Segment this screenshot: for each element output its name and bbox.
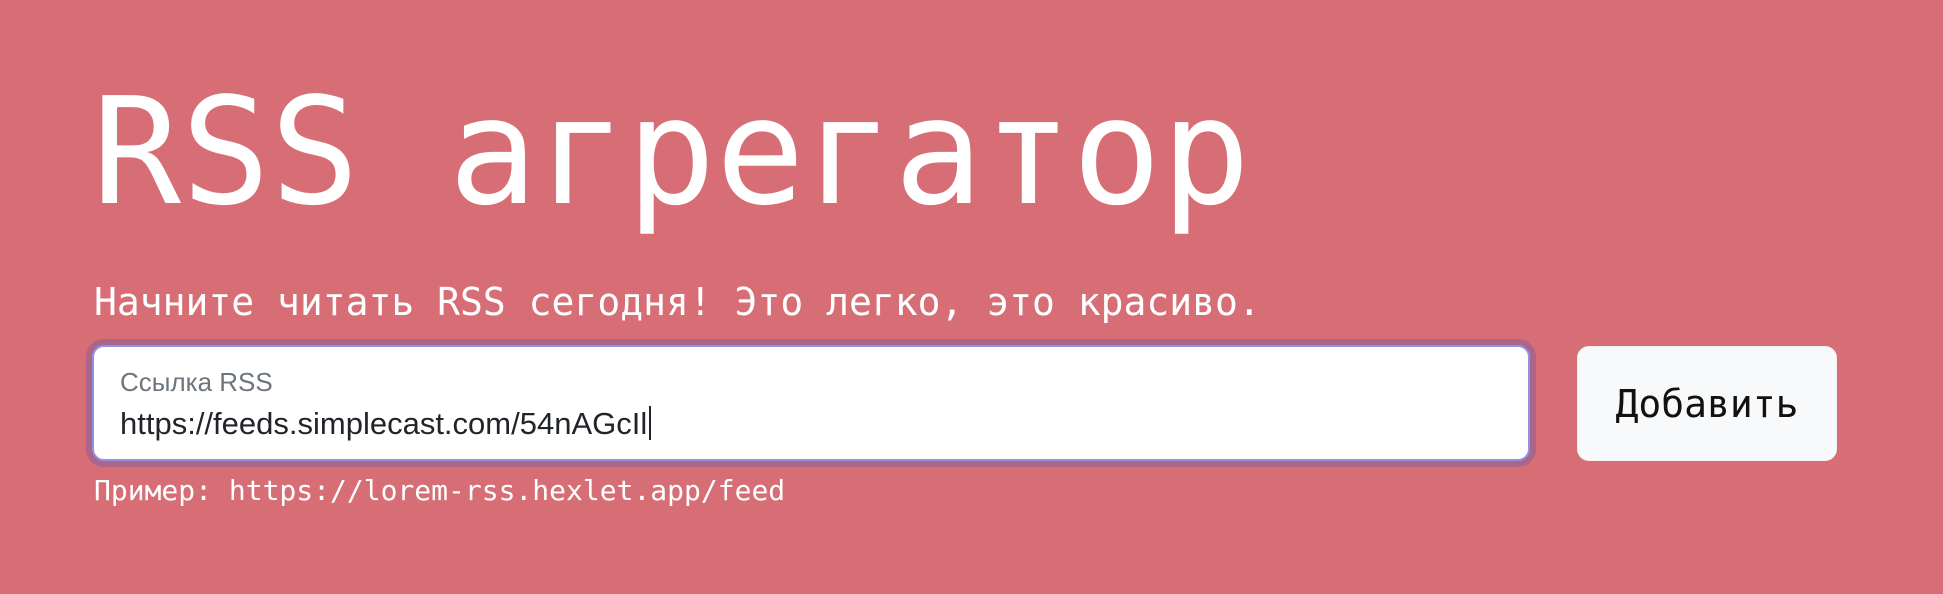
text-caret <box>649 406 652 440</box>
rss-url-field[interactable]: Ссылка RSS https://feeds.simplecast.com/… <box>92 345 1530 461</box>
add-button[interactable]: Добавить <box>1577 346 1837 461</box>
rss-url-value: https://feeds.simplecast.com/54nAGcIl <box>120 406 648 441</box>
example-text: Пример: https://lorem-rss.hexlet.app/fee… <box>94 474 786 507</box>
page-lead-text: Начните читать RSS сегодня! Это легко, э… <box>94 280 1261 324</box>
rss-url-input[interactable]: https://feeds.simplecast.com/54nAGcIl <box>120 405 1500 442</box>
page-title: RSS агрегатор <box>92 66 1251 238</box>
rss-url-label: Ссылка RSS <box>120 367 273 397</box>
